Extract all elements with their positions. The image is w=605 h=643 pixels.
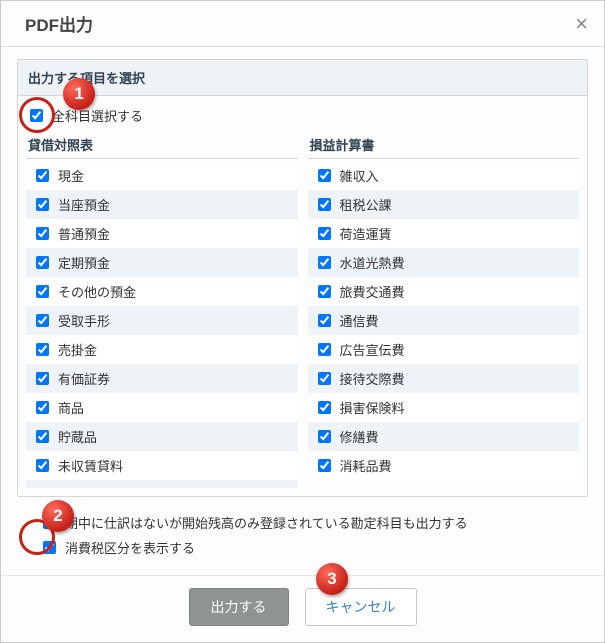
balance-item-checkbox[interactable]: [36, 169, 49, 182]
balance-item-checkbox[interactable]: [36, 314, 49, 327]
pl-item-label: 水道光熱費: [340, 253, 405, 272]
balance-item-checkbox[interactable]: [36, 401, 49, 414]
group-header: 出力する項目を選択: [18, 60, 587, 96]
pl-item-label: 租税公課: [340, 195, 392, 214]
close-icon[interactable]: ×: [575, 13, 588, 35]
balance-item-checkbox[interactable]: [36, 430, 49, 443]
balance-item-label: 定期預金: [58, 253, 110, 272]
list-item[interactable]: 有価証券: [26, 364, 298, 393]
modal-body: 出力する項目を選択 全科目選択する 貸借対照表 現金当座預金普通預金定期預金その…: [1, 47, 604, 575]
pdf-output-modal: PDF出力 × 出力する項目を選択 全科目選択する 貸借対照表 現金当座預金普通…: [0, 0, 605, 643]
modal-footer: 出力する キャンセル: [1, 575, 604, 642]
balance-item-label: 普通預金: [58, 224, 110, 243]
list-item[interactable]: 広告宣伝費: [308, 335, 580, 364]
list-item[interactable]: 定期預金: [26, 248, 298, 277]
columns: 貸借対照表 現金当座預金普通預金定期預金その他の預金受取手形売掛金有価証券商品貯…: [18, 131, 587, 496]
pl-item-label: 修繕費: [340, 427, 379, 446]
pl-item-label: 通信費: [340, 311, 379, 330]
balance-sheet-column: 貸借対照表 現金当座預金普通預金定期預金その他の預金受取手形売掛金有価証券商品貯…: [26, 131, 298, 488]
list-item[interactable]: 未収賃貸料: [26, 451, 298, 480]
balance-item-label: 受取手形: [58, 311, 110, 330]
profit-loss-column: 損益計算書 雑収入租税公課荷造運賃水道光熱費旅費交通費通信費広告宣伝費接待交際費…: [308, 131, 580, 488]
balance-item-checkbox[interactable]: [36, 256, 49, 269]
balance-item-label: 商品: [58, 398, 84, 417]
output-button[interactable]: 出力する: [189, 588, 289, 626]
list-item[interactable]: 受取手形: [26, 306, 298, 335]
balance-item-label: 当座預金: [58, 195, 110, 214]
modal-header: PDF出力 ×: [1, 1, 604, 47]
list-item[interactable]: 売掛金: [26, 335, 298, 364]
balance-item-label: 現金: [58, 166, 84, 185]
list-item[interactable]: 水道光熱費: [308, 248, 580, 277]
show-tax-category-text: 消費税区分を表示する: [65, 538, 195, 557]
pl-item-checkbox[interactable]: [318, 372, 331, 385]
list-item[interactable]: 接待交際費: [308, 364, 580, 393]
pl-item-checkbox[interactable]: [318, 227, 331, 240]
output-zero-opening-option[interactable]: 期中に仕訳はないが開始残高のみ登録されている勘定科目も出力する: [39, 513, 582, 532]
balance-sheet-list[interactable]: 現金当座預金普通預金定期預金その他の預金受取手形売掛金有価証券商品貯蔵品未収賃貸…: [26, 161, 298, 488]
show-tax-category-option[interactable]: 消費税区分を表示する: [39, 538, 582, 557]
pl-item-checkbox[interactable]: [318, 343, 331, 356]
list-item[interactable]: 修繕費: [308, 422, 580, 451]
output-zero-opening-checkbox[interactable]: [43, 516, 56, 529]
pl-item-checkbox[interactable]: [318, 198, 331, 211]
pl-item-checkbox[interactable]: [318, 169, 331, 182]
balance-item-checkbox[interactable]: [36, 372, 49, 385]
list-item[interactable]: 損害保険料: [308, 393, 580, 422]
balance-item-checkbox[interactable]: [36, 198, 49, 211]
list-item[interactable]: 消耗品費: [308, 451, 580, 480]
balance-item-label: 貯蔵品: [58, 427, 97, 446]
balance-item-label: 有価証券: [58, 369, 110, 388]
list-item[interactable]: 当座預金: [26, 190, 298, 219]
pl-item-label: 損害保険料: [340, 398, 405, 417]
profit-loss-title: 損益計算書: [308, 131, 580, 159]
balance-sheet-title: 貸借対照表: [26, 131, 298, 159]
pl-item-label: 旅費交通費: [340, 282, 405, 301]
profit-loss-list[interactable]: 雑収入租税公課荷造運賃水道光熱費旅費交通費通信費広告宣伝費接待交際費損害保険料修…: [308, 161, 580, 488]
list-item[interactable]: 現金: [26, 161, 298, 190]
pl-item-label: 広告宣伝費: [340, 340, 405, 359]
balance-item-checkbox[interactable]: [36, 459, 49, 472]
list-item[interactable]: 旅費交通費: [308, 277, 580, 306]
list-item[interactable]: 租税公課: [308, 190, 580, 219]
modal-title: PDF出力: [25, 11, 93, 36]
list-item[interactable]: 普通預金: [26, 219, 298, 248]
balance-item-label: 売掛金: [58, 340, 97, 359]
list-item[interactable]: 商品: [26, 393, 298, 422]
pl-item-label: 接待交際費: [340, 369, 405, 388]
balance-item-checkbox[interactable]: [36, 227, 49, 240]
pl-item-checkbox[interactable]: [318, 459, 331, 472]
list-item[interactable]: 雑収入: [308, 161, 580, 190]
pl-item-checkbox[interactable]: [318, 401, 331, 414]
extra-options: 期中に仕訳はないが開始残高のみ登録されている勘定科目も出力する 消費税区分を表示…: [17, 497, 588, 567]
pl-item-label: 荷造運賃: [340, 224, 392, 243]
balance-item-checkbox[interactable]: [36, 285, 49, 298]
balance-item-label: その他の預金: [58, 282, 136, 301]
select-all-checkbox[interactable]: [30, 109, 43, 122]
pl-item-checkbox[interactable]: [318, 430, 331, 443]
select-all-row: 全科目選択する: [18, 96, 587, 131]
balance-item-checkbox[interactable]: [36, 343, 49, 356]
list-item[interactable]: 前払金: [26, 480, 298, 488]
list-item[interactable]: 通信費: [308, 306, 580, 335]
select-all-label[interactable]: 全科目選択する: [26, 106, 579, 125]
list-item[interactable]: 荷造運賃: [308, 219, 580, 248]
balance-item-label: 前払金: [58, 485, 97, 488]
pl-item-checkbox[interactable]: [318, 314, 331, 327]
list-item[interactable]: 貯蔵品: [26, 422, 298, 451]
output-zero-opening-text: 期中に仕訳はないが開始残高のみ登録されている勘定科目も出力する: [65, 513, 468, 532]
select-all-text: 全科目選択する: [52, 106, 143, 125]
pl-item-checkbox[interactable]: [318, 285, 331, 298]
pl-item-checkbox[interactable]: [318, 256, 331, 269]
pl-item-label: 雑収入: [340, 166, 379, 185]
cancel-button[interactable]: キャンセル: [305, 588, 417, 626]
pl-item-label: 消耗品費: [340, 456, 392, 475]
output-items-group: 出力する項目を選択 全科目選択する 貸借対照表 現金当座預金普通預金定期預金その…: [17, 59, 588, 497]
balance-item-label: 未収賃貸料: [58, 456, 123, 475]
list-item[interactable]: その他の預金: [26, 277, 298, 306]
show-tax-category-checkbox[interactable]: [43, 541, 56, 554]
